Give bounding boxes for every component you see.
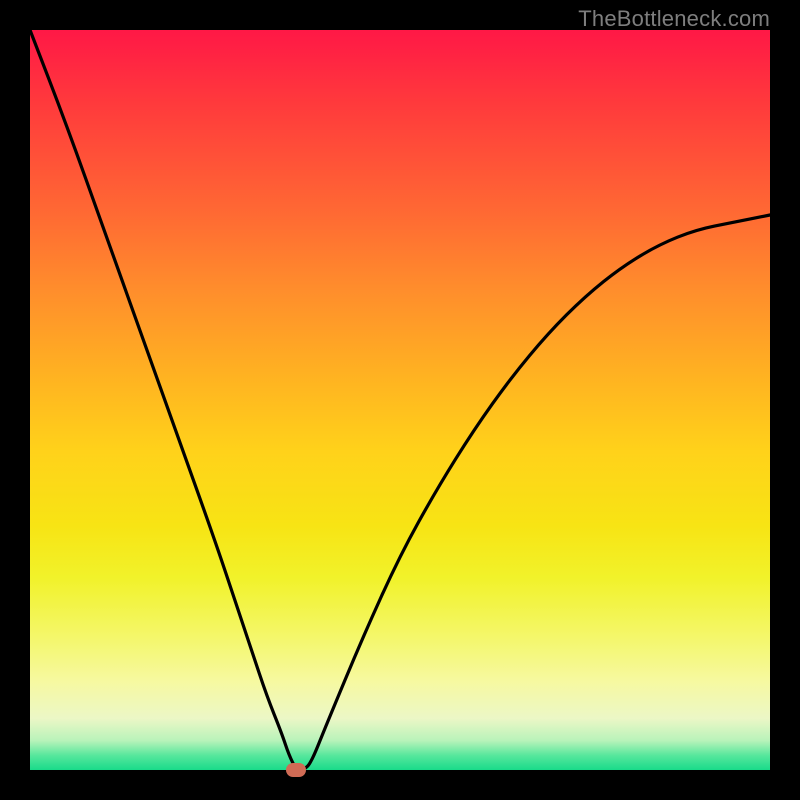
bottleneck-curve bbox=[30, 30, 770, 770]
chart-frame: TheBottleneck.com bbox=[0, 0, 800, 800]
plot-area bbox=[30, 30, 770, 770]
optimal-point-marker bbox=[286, 763, 306, 777]
watermark-text: TheBottleneck.com bbox=[578, 6, 770, 32]
